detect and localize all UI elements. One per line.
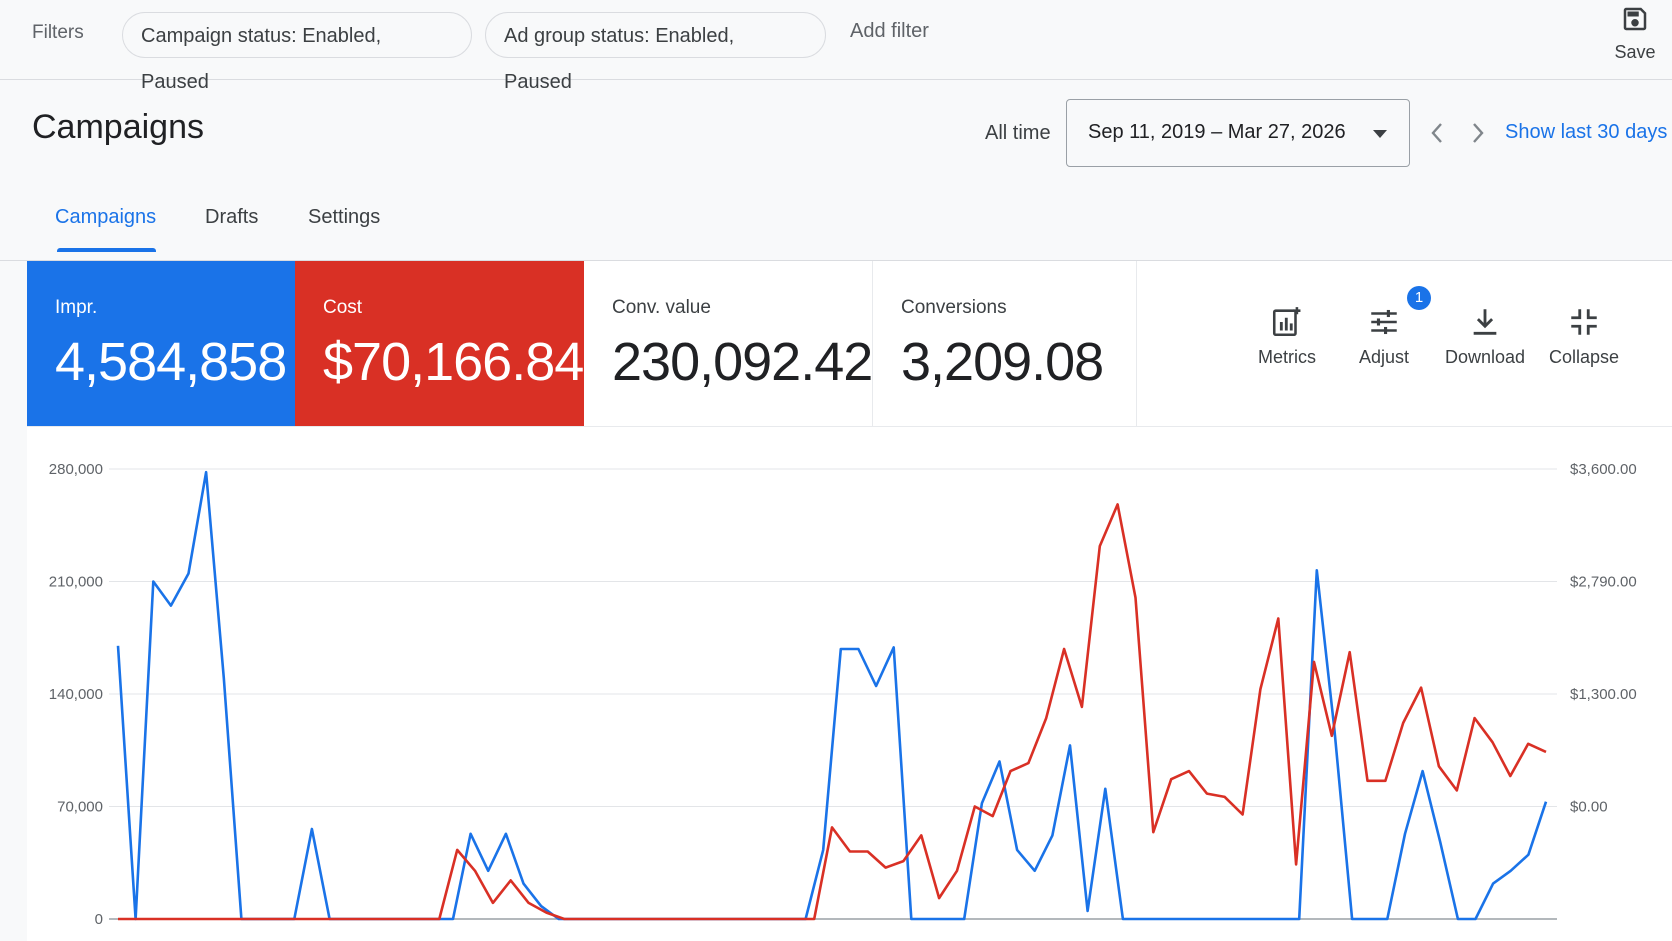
y-left-tick-label: 0 [95,911,103,928]
scorecard-impressions[interactable]: Impr. 4,584,858 [27,261,295,426]
collapse-label: Collapse [1548,347,1620,367]
adjust-label: Adjust [1358,347,1410,367]
scorecard-value: 230,092.42 [612,332,873,392]
chevron-right-icon[interactable] [1466,118,1490,148]
collapse-icon [1571,309,1597,335]
scorecard-label: Impr. [55,297,98,318]
y-right-tick-label: $1,300.00 [1570,686,1637,703]
collapse-button[interactable]: Collapse [1539,305,1629,368]
y-left-tick-label: 280,000 [49,461,103,478]
chevron-left-icon[interactable] [1425,118,1449,148]
line-chart: 280,000 210,000 140,000 70,000 0 $3,600.00 $2,… [49,461,1637,928]
active-tab-indicator [57,248,156,252]
date-range-select[interactable]: Sep 11, 2019 – Mar 27, 2026 [1066,99,1410,167]
scorecard-value: 4,584,858 [55,332,287,392]
y-right-tick-label: $3,600.00 [1570,461,1637,478]
download-icon [1473,309,1497,335]
adjust-button[interactable]: Adjust [1339,305,1429,368]
metrics-label: Metrics [1258,347,1316,367]
scorecard-label: Cost [323,297,363,318]
tab-campaigns[interactable]: Campaigns [55,206,156,229]
add-filter-button[interactable]: Add filter [850,20,929,43]
scorecard-cost[interactable]: Cost $70,166.84 [295,261,584,426]
scorecard-value: $70,166.84 [323,332,584,392]
save-label: Save [1614,42,1656,62]
scorecard-label: Conversions [901,297,1007,318]
page-title: Campaigns [32,108,204,146]
impressions-series-line [116,470,1548,921]
filter-bar: Filters Campaign status: Enabled, Paused… [0,0,1672,93]
save-icon [1623,7,1647,31]
download-button[interactable]: Download [1435,305,1535,368]
y-right-tick-label: $0.00 [1570,799,1608,816]
y-right-tick-label: $2,790.00 [1570,574,1637,591]
ad-group-status-filter-chip[interactable]: Ad group status: Enabled, Paused [485,12,826,93]
metrics-button[interactable]: Metrics [1237,305,1337,368]
filters-label: Filters [32,22,84,43]
scorecard-row: Impr. 4,584,858 Cost $70,166.84 Conv. va… [27,261,1672,427]
tab-bar: Campaigns Drafts Settings [0,190,1672,261]
tab-settings[interactable]: Settings [308,206,380,229]
y-left-tick-label: 210,000 [49,574,103,591]
tab-drafts[interactable]: Drafts [205,206,258,229]
save-button[interactable]: Save [1600,4,1670,72]
scorecard-label: Conv. value [612,297,711,318]
metrics-icon [1272,307,1301,337]
adjust-icon [1371,309,1397,335]
campaign-status-filter-chip[interactable]: Campaign status: Enabled, Paused [122,12,472,93]
date-range-preset-label: All time [985,122,1051,144]
y-left-tick-label: 140,000 [49,686,103,703]
date-range-value: Sep 11, 2019 – Mar 27, 2026 [1088,121,1346,143]
performance-chart[interactable]: 280,000 210,000 140,000 70,000 0 $3,600.00 $2,… [27,427,1672,941]
scorecard-conversions[interactable]: Conversions 3,209.08 [873,261,1137,426]
chevron-down-icon [1373,130,1387,138]
show-last-30-days-link[interactable]: Show last 30 days [1505,121,1667,144]
y-left-tick-label: 70,000 [57,799,103,816]
download-label: Download [1444,347,1526,367]
scorecard-value: 3,209.08 [901,332,1104,392]
scorecard-conv-value[interactable]: Conv. value 230,092.42 [584,261,873,426]
adjust-badge: 1 [1407,286,1431,310]
